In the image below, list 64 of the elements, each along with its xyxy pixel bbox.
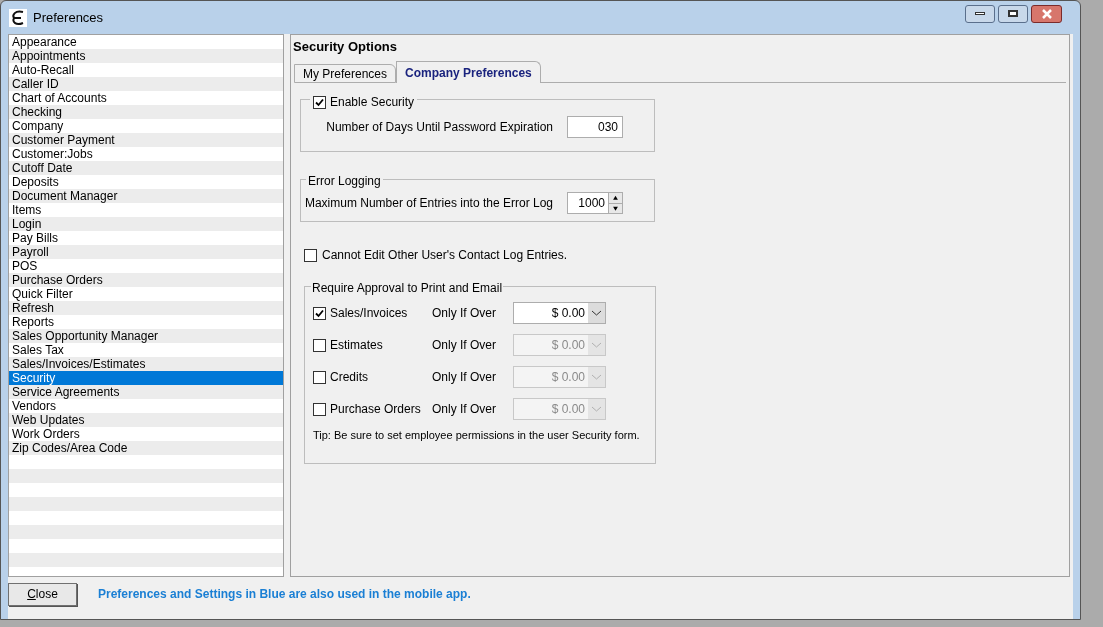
preference-item[interactable]: Login [9,217,283,231]
preference-item[interactable]: Quick Filter [9,287,283,301]
approval-label: Sales/Invoices [330,305,409,322]
preference-item[interactable]: Cutoff Date [9,161,283,175]
preference-item[interactable]: Zip Codes/Area Code [9,441,283,455]
preference-item[interactable]: Appearance [9,35,283,49]
panel-title: Security Options [292,38,399,56]
preference-item[interactable]: Customer Payment [9,133,283,147]
tab[interactable]: My Preferences [294,64,397,83]
preference-item[interactable]: Web Updates [9,413,283,427]
preference-item[interactable]: Deposits [9,175,283,189]
condition-label: Only If Over [432,337,497,354]
dropdown-caret-icon[interactable] [588,303,605,323]
window-title: Preferences [33,8,104,27]
preference-item[interactable]: Sales/Invoices/Estimates [9,357,283,371]
preference-item[interactable]: Customer:Jobs [9,147,283,161]
minimize-icon[interactable] [975,12,985,15]
approval-label: Purchase Orders [330,401,422,418]
maximize-button[interactable] [998,4,1028,23]
preference-item[interactable]: Company [9,119,283,133]
password-expiration-label: Number of Days Until Password Expiration [326,119,553,136]
preference-item[interactable]: Chart of Accounts [9,91,283,105]
app-logo-icon [9,8,27,27]
close-window-button[interactable] [1031,4,1062,23]
preference-item[interactable]: Security [9,371,283,385]
preference-item[interactable]: Purchase Orders [9,273,283,287]
error-log-spinner[interactable]: 1000 [567,192,623,214]
preference-item[interactable]: Pay Bills [9,231,283,245]
preference-item[interactable]: Work Orders [9,427,283,441]
minimize-button[interactable] [965,4,995,23]
preference-item[interactable]: POS [9,259,283,273]
condition-label: Only If Over [432,401,497,418]
enable-security-checkbox[interactable] [313,95,326,109]
preference-item[interactable]: Auto-Recall [9,63,283,77]
preference-item[interactable]: Sales Tax [9,343,283,357]
maximize-icon[interactable] [1008,10,1018,17]
tab[interactable]: Company Preferences [396,61,541,83]
spin-down-icon[interactable] [609,203,622,213]
preference-item[interactable]: Document Manager [9,189,283,203]
days-field[interactable]: 030 [567,116,623,138]
approval-label: Credits [330,369,369,386]
preference-item[interactable]: Refresh [9,301,283,315]
preference-item[interactable]: Items [9,203,283,217]
preference-item[interactable]: Payroll [9,245,283,259]
preference-item[interactable]: Reports [9,315,283,329]
approval-checkbox[interactable] [313,306,326,320]
preference-item[interactable]: Sales Opportunity Manager [9,329,283,343]
error-log-label: Maximum Number of Entries into the Error Log [304,195,553,212]
preference-item[interactable]: Appointments [9,49,283,63]
tip-text: Tip: Be sure to set employee permissions in the user Security form. [313,428,641,443]
approval-label: Estimates [330,337,384,354]
condition-label: Only If Over [432,305,497,322]
preference-item[interactable]: Caller ID [9,77,283,91]
condition-label: Only If Over [432,369,497,386]
close-button[interactable]: Close [8,582,77,606]
enable-security-label: Enable Security [330,94,415,111]
contact-log-checkbox[interactable] [304,248,317,262]
contact-log-label: Cannot Edit Other User's Contact Log Entries. [322,247,568,264]
preference-item[interactable]: Checking [9,105,283,119]
spin-up-icon[interactable] [609,193,622,204]
amount-dropdown[interactable]: $ 0.00 [513,302,606,324]
preference-item[interactable]: Service Agreements [9,385,283,399]
mobile-app-note: Preferences and Settings in Blue are also used in the mobile app. [98,586,471,603]
preference-item[interactable]: Vendors [9,399,283,413]
